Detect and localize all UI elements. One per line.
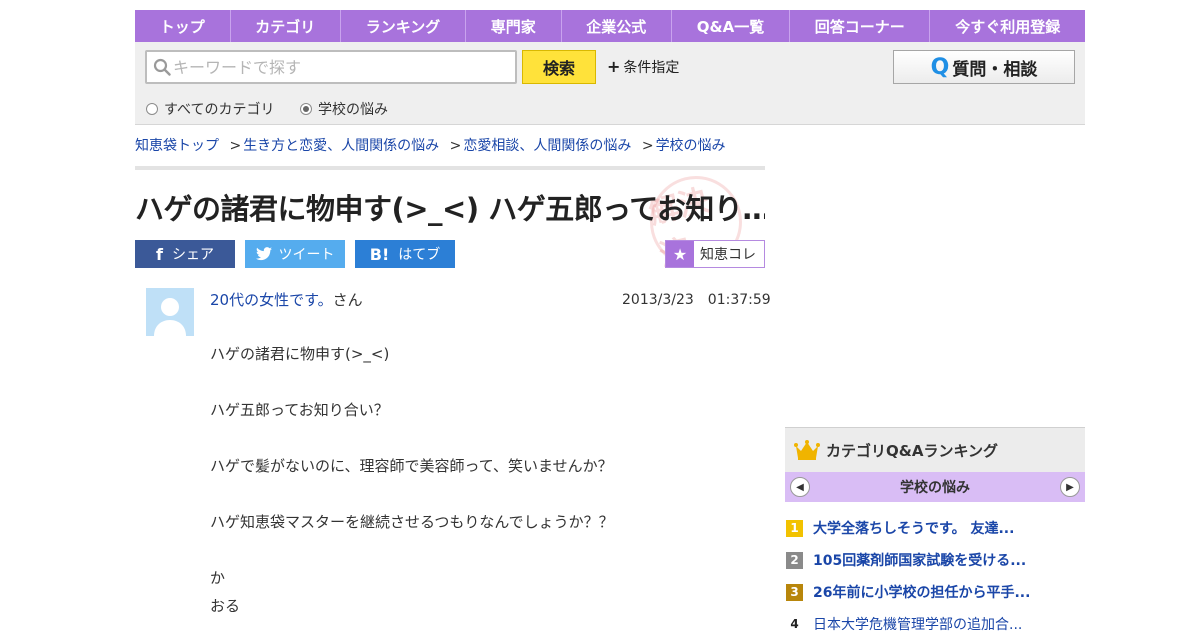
question-line	[210, 368, 770, 396]
radio-icon	[146, 103, 158, 115]
title-divider	[135, 166, 765, 170]
twitter-icon	[255, 247, 272, 261]
star-icon: ★	[666, 241, 694, 267]
category-ranking: カテゴリQ&Aランキング ◀ 学校の悩み ▶ 1 大学全落ちしそうです。 友達.…	[785, 427, 1085, 633]
nav-official[interactable]: 企業公式	[562, 10, 673, 42]
asker-suffix: さん	[332, 291, 363, 309]
ranking-header: カテゴリQ&Aランキング	[785, 427, 1085, 472]
nav-qa-list[interactable]: Q&A一覧	[672, 10, 790, 42]
breadcrumb-separator: >	[229, 138, 242, 154]
chevron-right-icon: ▶	[1066, 481, 1074, 493]
facebook-share-label: シェア	[171, 247, 214, 263]
ranking-item-link[interactable]: 105回薬剤師国家試験を受ける...	[813, 550, 1026, 570]
question-date: 2013/3/23 01:37:59	[622, 292, 771, 308]
radio-checked-icon	[300, 103, 312, 115]
ask-label: 質問・相談	[952, 59, 1038, 80]
asker-info: 20代の女性です。さん	[210, 289, 363, 310]
nav-ranking[interactable]: ランキング	[341, 10, 467, 42]
breadcrumb-separator: >	[641, 138, 654, 154]
page-title: ハゲの諸君に物申す(>_<) ハゲ五郎ってお知り…	[135, 192, 765, 226]
question-line	[210, 480, 770, 508]
scope-all-radio[interactable]: すべてのカテゴリ	[146, 99, 274, 119]
question-line	[210, 424, 770, 452]
breadcrumb-item[interactable]: 恋愛相談、人間関係の悩み	[463, 138, 631, 154]
ranking-item[interactable]: 4 日本大学危機管理学部の追加合...	[785, 613, 1085, 635]
chiecolle-label: 知恵コレ	[700, 247, 756, 263]
scope-all-label: すべてのカテゴリ	[164, 102, 275, 118]
question-line: ハゲで髪がないのに、理容師で美容師って、笑いませんか？	[210, 457, 613, 475]
hatena-icon: B!	[369, 244, 390, 264]
scope-current-label: 学校の悩み	[318, 102, 388, 118]
breadcrumb-separator: >	[449, 138, 462, 154]
search-box	[145, 50, 517, 84]
ranking-category-bar: ◀ 学校の悩み ▶	[785, 472, 1085, 502]
crown-icon	[794, 440, 820, 460]
ranking-item-link[interactable]: 26年前に小学校の担任から平手...	[813, 582, 1030, 602]
nav-experts[interactable]: 専門家	[466, 10, 562, 42]
ranking-item-link[interactable]: 日本大学危機管理学部の追加合...	[813, 614, 1022, 634]
breadcrumb-item[interactable]: 学校の悩み	[656, 138, 726, 154]
breadcrumb-item[interactable]: 生き方と恋愛、人間関係の悩み	[243, 138, 439, 154]
rank-badge: 3	[786, 583, 803, 601]
avatar[interactable]	[146, 288, 194, 336]
breadcrumb-item[interactable]: 知恵袋トップ	[135, 138, 219, 154]
plus-icon: +	[607, 57, 621, 76]
facebook-icon: f	[156, 244, 163, 264]
breadcrumb: 知恵袋トップ > 生き方と恋愛、人間関係の悩み > 恋愛相談、人間関係の悩み > 学校…	[135, 135, 726, 155]
question-line: ハゲ知恵袋マスターを継続させるつもりなんでしょうか？？	[210, 513, 614, 531]
top-nav: トップ カテゴリ ランキング 専門家 企業公式 Q&A一覧 回答コーナー 今すぐ…	[135, 10, 1085, 42]
asker-name-link[interactable]: 20代の女性です。	[210, 291, 333, 309]
rank-badge: 1	[786, 519, 803, 537]
chiecolle-button[interactable]: ★ 知恵コレ	[665, 240, 765, 268]
chevron-left-icon: ◀	[796, 481, 804, 493]
ranking-item[interactable]: 2 105回薬剤師国家試験を受ける...	[785, 549, 1085, 571]
hatena-label: はてブ	[398, 247, 441, 263]
ranking-title: カテゴリQ&Aランキング	[826, 441, 998, 460]
question-body: ハゲの諸君に物申す(>_<) ハゲ五郎ってお知り合い？ ハゲで髪がないのに、理容…	[210, 340, 770, 620]
user-silhouette-icon	[146, 288, 194, 336]
nav-top[interactable]: トップ	[135, 10, 231, 42]
ask-question-button[interactable]: Q 質問・相談	[893, 50, 1075, 84]
question-line: ハゲ五郎ってお知り合い？	[210, 401, 389, 419]
ranking-item-link[interactable]: 大学全落ちしそうです。 友達...	[813, 518, 1014, 538]
q-logo-icon: Q	[930, 54, 950, 80]
search-input[interactable]	[173, 55, 509, 79]
hatena-bookmark-button[interactable]: B! はてブ	[355, 240, 455, 268]
prev-category-button[interactable]: ◀	[790, 477, 810, 497]
twitter-share-label: ツイート	[278, 247, 335, 263]
scope-current-radio[interactable]: 学校の悩み	[300, 99, 388, 119]
search-button[interactable]: 検索	[522, 50, 596, 84]
nav-register[interactable]: 今すぐ利用登録	[930, 10, 1085, 42]
facebook-share-button[interactable]: f シェア	[135, 240, 235, 268]
question-line	[210, 536, 770, 564]
twitter-share-button[interactable]: ツイート	[245, 240, 345, 268]
question-line: おる	[210, 597, 241, 615]
nav-category[interactable]: カテゴリ	[231, 10, 341, 42]
rank-badge: 2	[786, 551, 803, 569]
nav-answer-corner[interactable]: 回答コーナー	[790, 10, 931, 42]
question-line: か	[210, 569, 226, 587]
search-area: 検索 +条件指定 Q質問・相談 すべてのカテゴリ 学校の悩み	[135, 42, 1085, 125]
conditions-label: 条件指定	[623, 60, 680, 76]
question-line: ハゲの諸君に物申す(>_<)	[210, 345, 390, 363]
conditions-button[interactable]: + 条件指定	[607, 57, 679, 77]
ranking-item[interactable]: 3 26年前に小学校の担任から平手...	[785, 581, 1085, 603]
next-category-button[interactable]: ▶	[1060, 477, 1080, 497]
ranking-item[interactable]: 1 大学全落ちしそうです。 友達...	[785, 517, 1085, 539]
ranking-category-label: 学校の悩み	[900, 480, 970, 496]
search-icon	[153, 58, 171, 76]
